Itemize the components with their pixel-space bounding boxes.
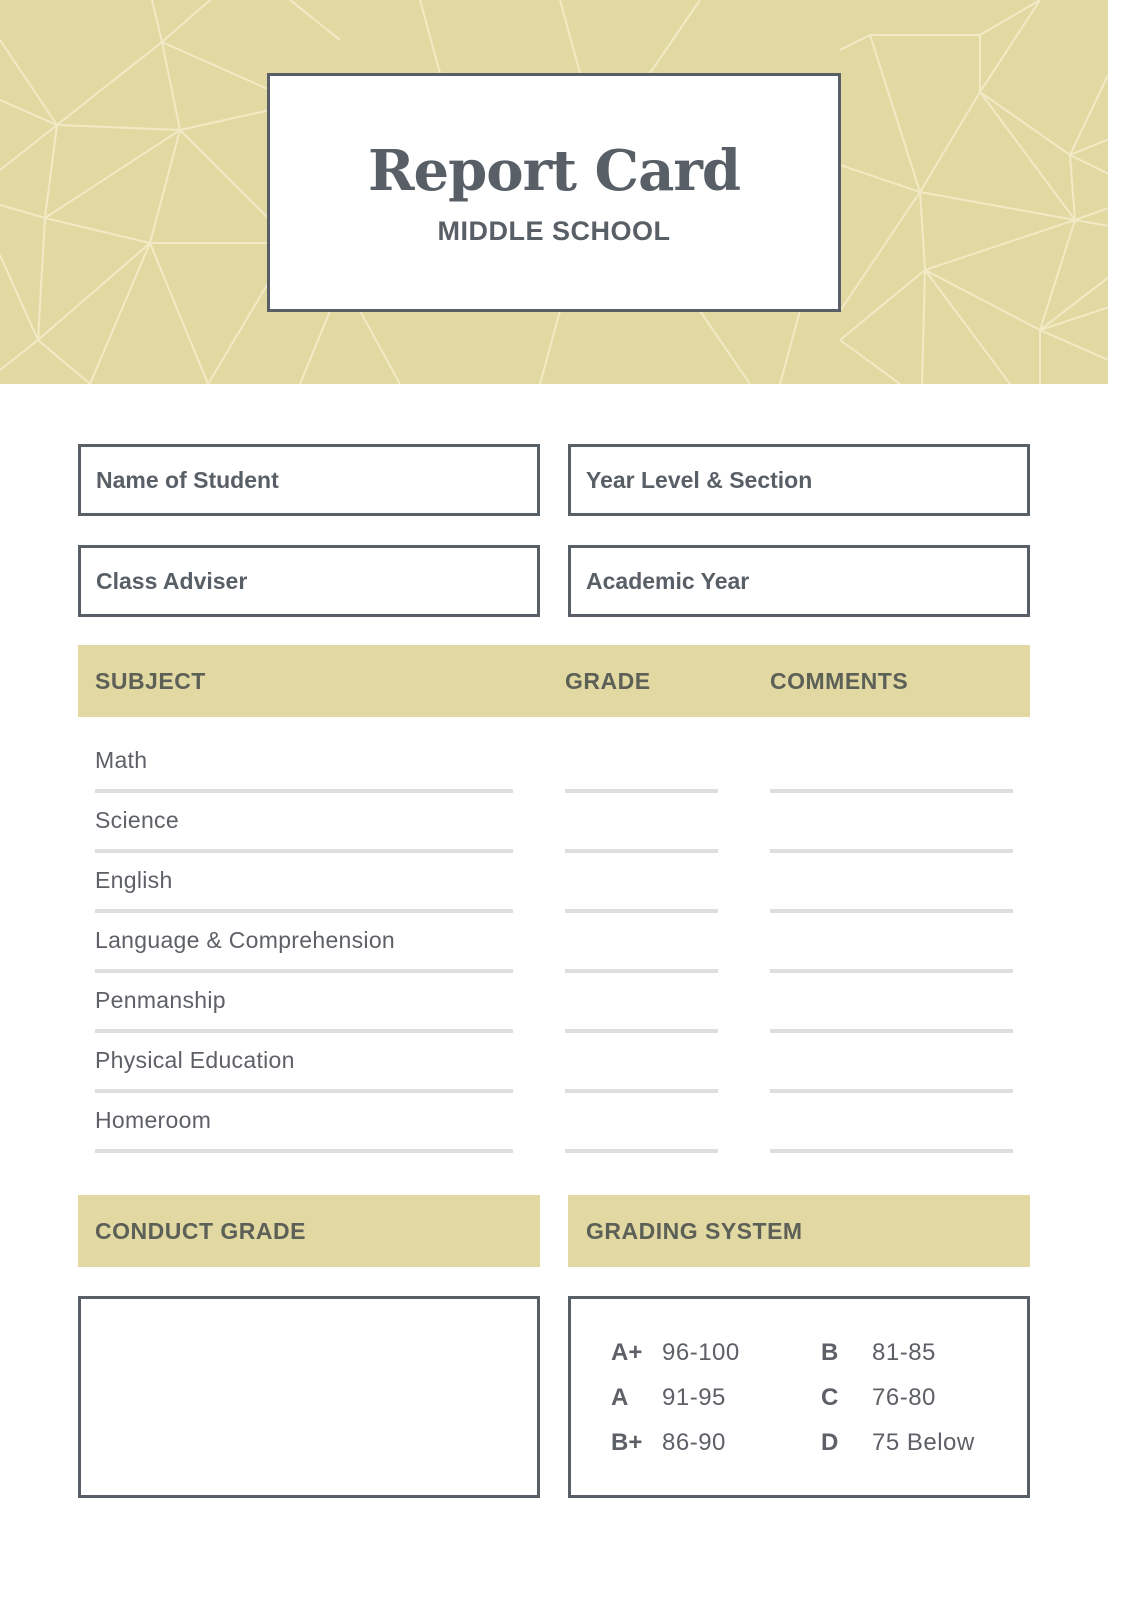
- conduct-grade-box[interactable]: [78, 1296, 540, 1498]
- academic-year-field[interactable]: Academic Year: [568, 545, 1030, 617]
- grade-input-line[interactable]: [565, 1149, 718, 1153]
- grade-input-line[interactable]: [565, 909, 718, 913]
- grade-letter: D: [821, 1429, 839, 1456]
- conduct-grade-heading: CONDUCT GRADE: [95, 1218, 306, 1244]
- comments-input-line[interactable]: [770, 1029, 1013, 1033]
- grade-input-line[interactable]: [565, 789, 718, 793]
- grade-input-line[interactable]: [565, 969, 718, 973]
- class-adviser-label: Class Adviser: [96, 568, 248, 594]
- comments-input-line[interactable]: [770, 969, 1013, 973]
- grades-table-header: SUBJECT GRADE COMMENTS: [78, 645, 1030, 717]
- subject-label: English: [95, 867, 173, 893]
- grading-system-header: GRADING SYSTEM: [568, 1195, 1030, 1267]
- grade-range: 86-90: [662, 1429, 726, 1456]
- conduct-grade-header: CONDUCT GRADE: [78, 1195, 540, 1267]
- comments-input-line[interactable]: [770, 1089, 1013, 1093]
- subject-underline: [95, 849, 513, 853]
- subject-label: Homeroom: [95, 1107, 212, 1133]
- page-title: Report Card: [367, 138, 741, 204]
- student-name-field[interactable]: Name of Student: [78, 444, 540, 516]
- year-level-section-field[interactable]: Year Level & Section: [568, 444, 1030, 516]
- grade-letter: B: [821, 1339, 839, 1366]
- grade-letter: B+: [611, 1429, 643, 1456]
- subject-underline: [95, 909, 513, 913]
- title-card: Report Card MIDDLE SCHOOL: [267, 73, 841, 312]
- year-level-section-label: Year Level & Section: [586, 467, 813, 493]
- comments-input-line[interactable]: [770, 849, 1013, 853]
- subject-label: Science: [95, 807, 179, 833]
- grading-system-heading: GRADING SYSTEM: [586, 1218, 803, 1244]
- grading-system-box: A+ 96-100 A 91-95 B+ 86-90 B 81-85 C 76-…: [568, 1296, 1030, 1498]
- comments-input-line[interactable]: [770, 789, 1013, 793]
- academic-year-label: Academic Year: [586, 568, 750, 594]
- grade-letter: A: [611, 1384, 629, 1411]
- subject-label: Language & Comprehension: [95, 927, 396, 953]
- grade-range: 81-85: [872, 1339, 936, 1366]
- page-subtitle: MIDDLE SCHOOL: [437, 216, 671, 246]
- class-adviser-field[interactable]: Class Adviser: [78, 545, 540, 617]
- subject-underline: [95, 969, 513, 973]
- student-name-label: Name of Student: [96, 467, 279, 493]
- column-header-comments: COMMENTS: [770, 668, 909, 694]
- column-header-subject: SUBJECT: [95, 668, 206, 694]
- grade-range: 96-100: [662, 1339, 740, 1366]
- comments-input-line[interactable]: [770, 909, 1013, 913]
- subject-label: Math: [95, 747, 148, 773]
- grade-range: 75 Below: [872, 1429, 975, 1456]
- subject-label: Penmanship: [95, 987, 226, 1013]
- subject-underline: [95, 1029, 513, 1033]
- grade-letter: C: [821, 1384, 839, 1411]
- column-header-grade: GRADE: [565, 668, 651, 694]
- comments-input-line[interactable]: [770, 1149, 1013, 1153]
- grade-input-line[interactable]: [565, 1089, 718, 1093]
- grade-range: 76-80: [872, 1384, 936, 1411]
- grade-input-line[interactable]: [565, 1029, 718, 1033]
- subject-underline: [95, 1149, 513, 1153]
- subject-underline: [95, 1089, 513, 1093]
- grade-input-line[interactable]: [565, 849, 718, 853]
- grade-letter: A+: [611, 1339, 643, 1366]
- subject-label: Physical Education: [95, 1047, 295, 1073]
- grade-range: 91-95: [662, 1384, 726, 1411]
- subject-underline: [95, 789, 513, 793]
